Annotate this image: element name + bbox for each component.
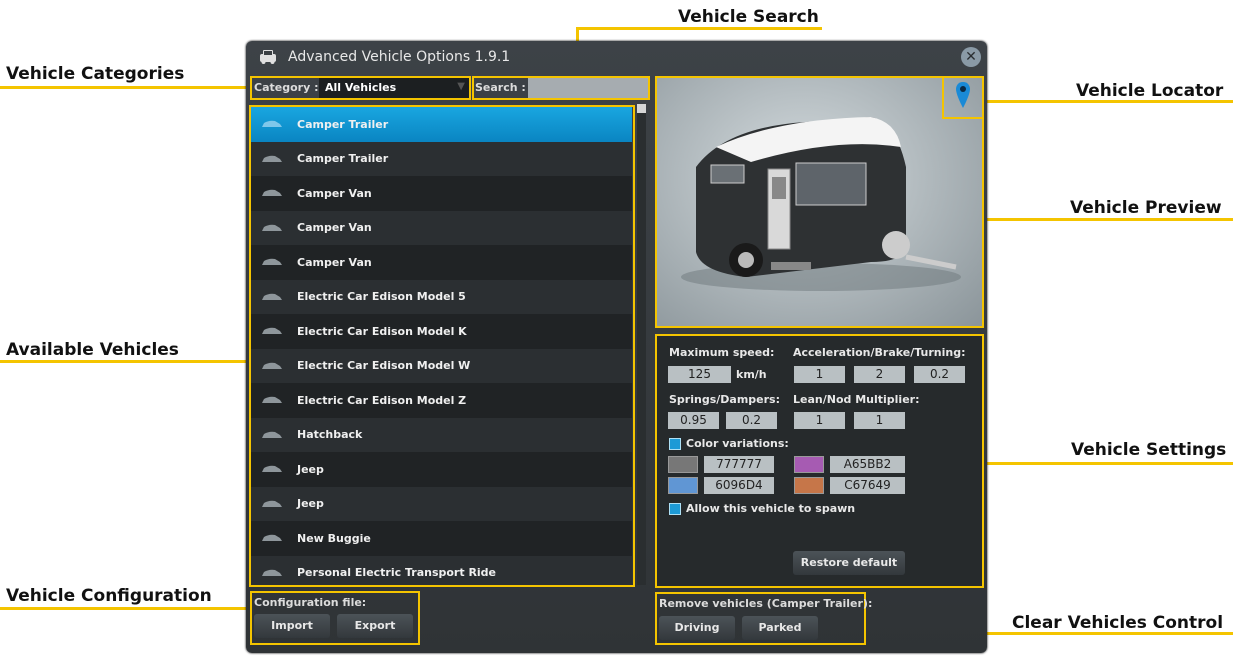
callout-vehicle-locator: Vehicle Locator — [1076, 81, 1224, 101]
window-title: Advanced Vehicle Options 1.9.1 — [288, 49, 511, 65]
vehicle-list-scrollbar[interactable] — [637, 107, 646, 585]
callout-vehicle-categories: Vehicle Categories — [6, 64, 185, 84]
export-button[interactable]: Export — [337, 614, 413, 638]
callout-clear-vehicles-control: Clear Vehicles Control — [1012, 613, 1224, 633]
category-label: Category : — [254, 81, 319, 94]
callout-line — [0, 86, 250, 89]
callout-vehicle-search: Vehicle Search — [678, 7, 819, 27]
callout-line — [983, 462, 1233, 465]
category-value: All Vehicles — [325, 81, 397, 94]
chevron-down-icon: ▼ — [457, 81, 465, 92]
vehicle-list-highlight — [249, 105, 635, 587]
import-button[interactable]: Import — [254, 614, 330, 638]
search-input[interactable] — [528, 78, 648, 98]
title-bar[interactable]: Advanced Vehicle Options 1.9.1 ✕ — [246, 41, 987, 75]
location-pin-icon[interactable] — [955, 81, 971, 109]
callout-line — [0, 360, 250, 363]
callout-vehicle-configuration: Vehicle Configuration — [6, 586, 212, 606]
advanced-vehicle-options-window: Advanced Vehicle Options 1.9.1 ✕ Categor… — [246, 41, 987, 653]
callout-line — [576, 27, 822, 30]
callout-line — [983, 100, 1233, 103]
configuration-label: Configuration file: — [254, 596, 367, 609]
driving-button[interactable]: Driving — [659, 616, 735, 640]
callout-vehicle-preview: Vehicle Preview — [1070, 198, 1222, 218]
search-label: Search : — [475, 81, 526, 94]
close-icon[interactable]: ✕ — [961, 47, 981, 67]
car-icon — [260, 50, 276, 64]
vehicle-settings-highlight — [655, 334, 984, 588]
callout-line — [983, 218, 1233, 221]
scrollbar-thumb[interactable] — [637, 104, 646, 113]
parked-button[interactable]: Parked — [742, 616, 818, 640]
callout-available-vehicles: Available Vehicles — [6, 340, 179, 360]
category-dropdown[interactable]: All Vehicles ▼ — [319, 78, 469, 98]
callout-vehicle-settings: Vehicle Settings — [1071, 440, 1227, 460]
callout-line — [0, 607, 250, 610]
vehicle-preview-highlight — [655, 76, 984, 328]
remove-vehicles-label: Remove vehicles (Camper Trailer): — [659, 597, 873, 610]
